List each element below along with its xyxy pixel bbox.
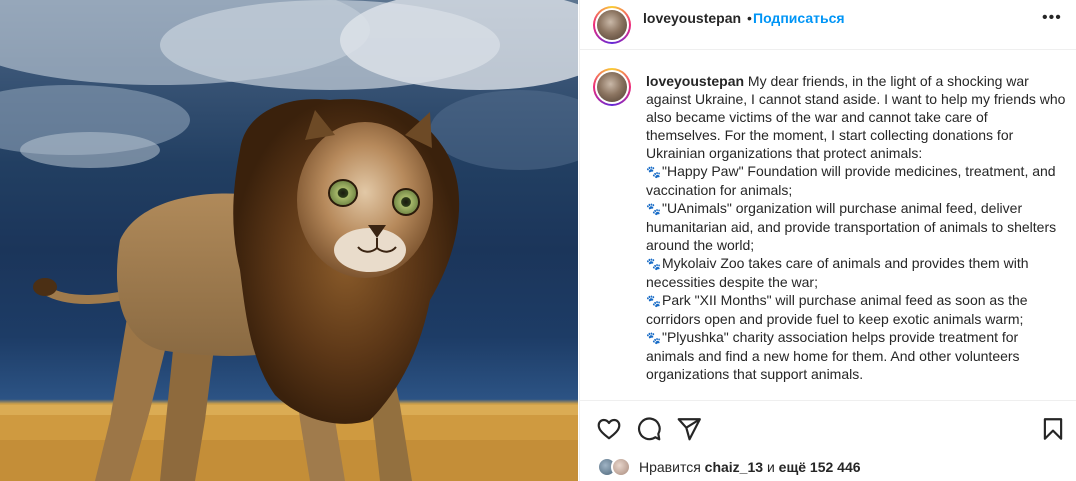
author-username[interactable]: loveyoustepan [643, 10, 741, 26]
post-caption: loveyoustepan My dear friends, in the li… [646, 72, 1066, 383]
paw-prints-icon: 🐾 [646, 165, 661, 179]
heart-icon[interactable] [596, 416, 622, 442]
caption-avatar[interactable] [593, 68, 631, 106]
likes-text: Нравится chaiz_13 и ещё 152 446 [639, 459, 861, 475]
caption-username[interactable]: loveyoustepan [646, 73, 744, 89]
author-avatar[interactable] [593, 6, 631, 44]
more-options-icon[interactable]: ••• [1042, 9, 1062, 27]
bookmark-icon[interactable] [1040, 416, 1066, 442]
caption-item: Park "XII Months" will purchase animal f… [646, 292, 1028, 327]
likes-user[interactable]: chaiz_13 [705, 459, 763, 475]
likes-prefix: Нравится [639, 459, 701, 475]
liker-avatar [611, 457, 631, 477]
likes-summary[interactable]: Нравится chaiz_13 и ещё 152 446 [597, 456, 1057, 478]
post-image [0, 0, 578, 481]
send-icon[interactable] [676, 416, 702, 442]
post-header: loveyoustepan • Подписаться ••• [580, 0, 1076, 50]
comment-icon[interactable] [636, 416, 662, 442]
paw-prints-icon: 🐾 [646, 331, 661, 345]
likes-middle: и [766, 459, 775, 475]
caption-item: Mykolaiv Zoo takes care of animals and p… [646, 255, 1029, 290]
follow-button[interactable]: Подписаться [753, 10, 845, 26]
paw-prints-icon: 🐾 [646, 294, 661, 308]
paw-prints-icon: 🐾 [646, 257, 661, 271]
caption-item: "UAnimals" organization will purchase an… [646, 200, 1057, 253]
post-media[interactable] [0, 0, 578, 481]
post-actions: Нравится chaiz_13 и ещё 152 446 [580, 400, 1076, 481]
separator-dot: • [747, 10, 752, 26]
paw-prints-icon: 🐾 [646, 202, 661, 216]
caption-item: "Plyushka" charity association helps pro… [646, 329, 1020, 382]
post-panel: loveyoustepan • Подписаться ••• loveyous… [579, 0, 1076, 481]
caption-item: "Happy Paw" Foundation will provide medi… [646, 163, 1056, 198]
likes-count[interactable]: ещё 152 446 [779, 459, 861, 475]
